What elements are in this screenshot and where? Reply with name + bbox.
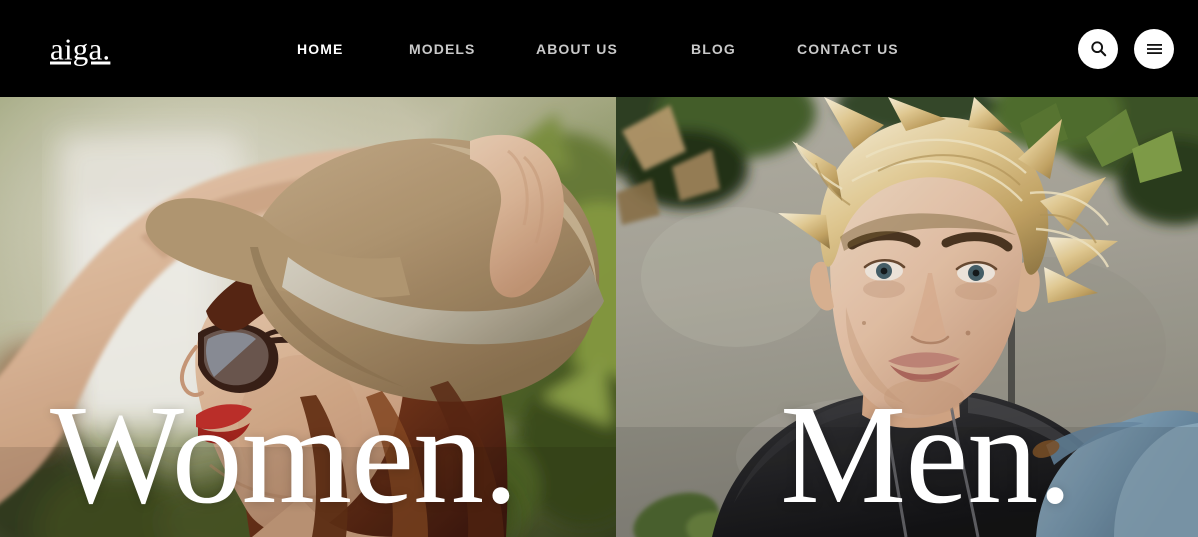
landing-page: aiga. HOME MODELS ABOUT US BLOG CONTACT … xyxy=(0,0,1198,537)
nav-item-blog[interactable]: BLOG xyxy=(691,42,797,56)
main-navigation: HOME MODELS ABOUT US BLOG CONTACT US xyxy=(297,42,899,56)
nav-cell: ABOUT US xyxy=(536,42,691,56)
site-logo[interactable]: aiga. xyxy=(50,33,110,64)
search-button[interactable] xyxy=(1078,28,1118,69)
hamburger-menu-icon xyxy=(1146,43,1162,54)
hero-panel-women[interactable]: Women. xyxy=(0,97,616,537)
nav-item-contact-us[interactable]: CONTACT US xyxy=(797,42,899,56)
nav-cell: CONTACT US xyxy=(797,42,899,56)
hero-panel-men[interactable]: Men. xyxy=(616,97,1198,537)
nav-item-home[interactable]: HOME xyxy=(297,42,409,56)
nav-cell: BLOG xyxy=(691,42,797,56)
nav-cell: HOME xyxy=(297,42,409,56)
nav-cell: MODELS xyxy=(409,42,536,56)
menu-button[interactable] xyxy=(1134,28,1174,69)
nav-item-models[interactable]: MODELS xyxy=(409,42,536,56)
nav-item-about-us[interactable]: ABOUT US xyxy=(536,42,691,56)
site-header: aiga. HOME MODELS ABOUT US BLOG CONTACT … xyxy=(0,0,1198,97)
hero-label-women: Women. xyxy=(50,375,519,534)
hero-section: Women. Men. xyxy=(0,97,1198,537)
search-icon xyxy=(1090,41,1106,57)
header-actions xyxy=(1078,28,1174,69)
hero-label-men: Men. xyxy=(780,375,1073,534)
